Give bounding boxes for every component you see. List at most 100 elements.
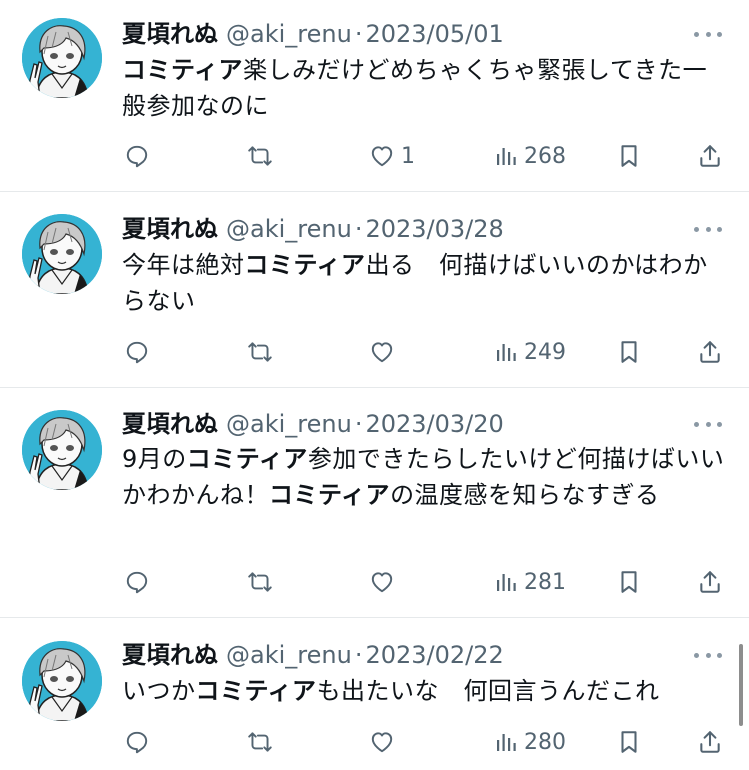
share-icon — [697, 143, 723, 169]
like-button[interactable] — [369, 724, 401, 760]
views-icon — [494, 144, 518, 168]
tweet-text-segment: いつか — [122, 677, 196, 705]
highlighted-keyword: コミティア — [186, 445, 308, 473]
author-name[interactable]: 夏頃れぬ — [122, 641, 218, 669]
more-icon[interactable] — [690, 645, 726, 665]
retweet-button[interactable] — [246, 724, 274, 760]
divider — [0, 617, 749, 618]
views-count: 268 — [524, 143, 566, 169]
views-count: 281 — [524, 569, 566, 595]
like-button[interactable] — [369, 564, 401, 600]
share-button[interactable] — [697, 334, 723, 370]
share-button[interactable] — [697, 724, 723, 760]
tweet-date[interactable]: 2023/02/22 — [365, 641, 503, 669]
share-icon — [697, 339, 723, 365]
views-count: 249 — [524, 339, 566, 365]
views-icon — [494, 570, 518, 594]
bookmark-button[interactable] — [617, 564, 641, 600]
tweet-header: 夏頃れぬ @aki_renu · 2023/05/01 — [122, 16, 504, 52]
more-icon[interactable] — [690, 24, 726, 44]
views-count: 280 — [524, 729, 566, 755]
tweet-text: いつかコミティアも出たいな 何回言うんだこれ — [122, 673, 727, 709]
share-icon — [697, 729, 723, 755]
tweet-text: コミティア楽しみだけどめちゃくちゃ緊張してきた一般参加なのに — [122, 52, 727, 124]
share-icon — [697, 569, 723, 595]
tweet-actions: 281 — [0, 564, 749, 600]
views-button[interactable]: 268 — [494, 138, 566, 174]
tweet-text-segment: の温度感を知らなすぎる — [390, 481, 660, 509]
views-icon — [494, 340, 518, 364]
like-icon — [369, 729, 395, 755]
avatar[interactable] — [22, 18, 102, 98]
tweet-header: 夏頃れぬ @aki_renu · 2023/03/28 — [122, 211, 504, 247]
more-icon[interactable] — [690, 219, 726, 239]
views-icon — [494, 730, 518, 754]
like-icon — [369, 569, 395, 595]
retweet-button[interactable] — [246, 334, 274, 370]
views-button[interactable]: 281 — [494, 564, 566, 600]
highlighted-keyword: コミティア — [195, 677, 317, 705]
highlighted-keyword: コミティア — [244, 251, 366, 279]
reply-icon — [124, 339, 150, 365]
avatar[interactable] — [22, 641, 102, 721]
author-handle[interactable]: @aki_renu — [226, 641, 352, 669]
reply-icon — [124, 729, 150, 755]
author-handle[interactable]: @aki_renu — [226, 215, 352, 243]
reply-button[interactable] — [124, 334, 150, 370]
retweet-button[interactable] — [246, 564, 274, 600]
bookmark-button[interactable] — [617, 724, 641, 760]
separator-dot: · — [354, 641, 363, 669]
tweet-date[interactable]: 2023/03/20 — [365, 410, 503, 438]
author-name[interactable]: 夏頃れぬ — [122, 215, 218, 243]
author-handle[interactable]: @aki_renu — [226, 410, 352, 438]
like-button[interactable]: 1 — [369, 138, 415, 174]
more-icon[interactable] — [690, 414, 726, 434]
like-count: 1 — [401, 143, 415, 169]
separator-dot: · — [354, 215, 363, 243]
tweet-text: 今年は絶対コミティア出る 何描けばいいのかはわからない — [122, 247, 727, 319]
author-name[interactable]: 夏頃れぬ — [122, 20, 218, 48]
tweet-date[interactable]: 2023/05/01 — [365, 20, 503, 48]
highlighted-keyword: コミティア — [122, 56, 244, 84]
share-button[interactable] — [697, 564, 723, 600]
bookmark-icon — [617, 729, 641, 755]
bookmark-icon — [617, 143, 641, 169]
tweet-actions: 249 — [0, 334, 749, 370]
like-button[interactable] — [369, 334, 401, 370]
retweet-button[interactable] — [246, 138, 274, 174]
bookmark-button[interactable] — [617, 138, 641, 174]
share-button[interactable] — [697, 138, 723, 174]
scrollbar[interactable] — [739, 644, 743, 726]
divider — [0, 191, 749, 192]
reply-icon — [124, 569, 150, 595]
views-button[interactable]: 249 — [494, 334, 566, 370]
tweet-text-segment: 今年は絶対 — [122, 251, 245, 279]
highlighted-keyword: コミティア — [269, 481, 391, 509]
bookmark-icon — [617, 339, 641, 365]
retweet-icon — [246, 143, 274, 169]
views-button[interactable]: 280 — [494, 724, 566, 760]
divider — [0, 387, 749, 388]
reply-button[interactable] — [124, 564, 150, 600]
retweet-icon — [246, 729, 274, 755]
tweet-text-segment: 9月の — [122, 445, 187, 473]
like-icon — [369, 339, 395, 365]
separator-dot: · — [354, 20, 363, 48]
tweet-text-segment: も出たいな 何回言うんだこれ — [316, 677, 660, 705]
separator-dot: · — [354, 410, 363, 438]
retweet-icon — [246, 569, 274, 595]
tweet-header: 夏頃れぬ @aki_renu · 2023/02/22 — [122, 637, 504, 673]
author-name[interactable]: 夏頃れぬ — [122, 410, 218, 438]
avatar[interactable] — [22, 410, 102, 490]
reply-icon — [124, 143, 150, 169]
avatar[interactable] — [22, 214, 102, 294]
tweet-text: 9月のコミティア参加できたらしたいけど何描けばいいかわかんね！コミティアの温度感… — [122, 441, 727, 513]
tweet-header: 夏頃れぬ @aki_renu · 2023/03/20 — [122, 406, 504, 442]
tweet-date[interactable]: 2023/03/28 — [365, 215, 503, 243]
reply-button[interactable] — [124, 138, 150, 174]
bookmark-button[interactable] — [617, 334, 641, 370]
reply-button[interactable] — [124, 724, 150, 760]
retweet-icon — [246, 339, 274, 365]
author-handle[interactable]: @aki_renu — [226, 20, 352, 48]
tweet-actions: 1 268 — [0, 138, 749, 174]
